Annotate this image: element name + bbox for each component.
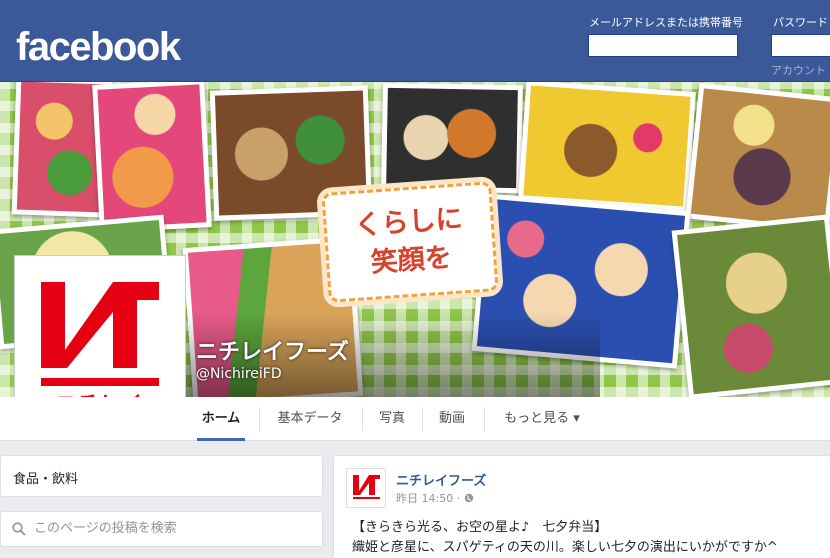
tab-more[interactable]: もっと見る ▾: [496, 397, 588, 441]
forgot-account-link[interactable]: アカウント: [771, 62, 826, 78]
globe-icon: [464, 493, 473, 503]
tab-photos[interactable]: 写真: [374, 397, 410, 441]
cover-bento-photo: [685, 82, 830, 234]
email-field[interactable]: [588, 34, 738, 57]
tab-videos[interactable]: 動画: [434, 397, 470, 441]
search-input[interactable]: [34, 521, 314, 536]
cover-slogan: くらしに 笑顔を: [321, 181, 499, 303]
tab-separator: [422, 407, 423, 431]
post-author[interactable]: ニチレイフーズ: [396, 470, 486, 489]
tab-home[interactable]: ホーム: [197, 397, 245, 441]
post-card: ニチレイフーズ 昨日 14:50 · 【きらきら光る、お空の星よ♪ 七夕弁当】 …: [333, 455, 830, 558]
password-field[interactable]: [771, 34, 830, 57]
search-icon: [12, 522, 26, 536]
page-post-search[interactable]: [0, 511, 323, 547]
cover-bento-photo: [671, 214, 830, 397]
cover-bento-photo: [381, 82, 523, 194]
password-label: パスワード: [773, 16, 828, 29]
nichirei-avatar-icon: [353, 475, 380, 499]
facebook-logo[interactable]: facebook: [16, 24, 181, 70]
cover-bento-photo: [92, 82, 212, 233]
post-meta: 昨日 14:50 ·: [396, 490, 474, 506]
post-time[interactable]: 昨日 14:50: [396, 492, 453, 505]
post-text-line1: 【きらきら光る、お空の星よ♪ 七夕弁当】: [352, 520, 608, 535]
top-bar: facebook メールアドレスまたは携帯番号 パスワード アカウント: [0, 0, 830, 82]
page-category[interactable]: 食品・飲料: [0, 455, 323, 497]
email-label: メールアドレスまたは携帯番号: [589, 16, 743, 29]
post-text: 【きらきら光る、お空の星よ♪ 七夕弁当】 織姫と彦星に、スパゲティの天の川。楽し…: [352, 518, 778, 558]
tab-separator: [484, 407, 485, 431]
cover-bento-photo: [518, 82, 696, 212]
page-nav: ホーム 基本データ 写真 動画 もっと見る ▾: [0, 397, 830, 441]
tab-separator: [362, 407, 363, 431]
post-text-line2: 織姫と彦星に、スパゲティの天の川。楽しい七夕の演出にいかがですか^: [352, 540, 778, 555]
tab-about[interactable]: 基本データ: [270, 397, 350, 441]
page-handle[interactable]: @NichireiFD: [196, 366, 282, 382]
cover-slogan-line2: 笑顔を: [369, 242, 453, 279]
meta-dot: ·: [456, 492, 464, 505]
post-avatar[interactable]: [346, 468, 386, 508]
page-name[interactable]: ニチレイフーズ: [196, 334, 349, 366]
tab-separator: [259, 407, 260, 431]
